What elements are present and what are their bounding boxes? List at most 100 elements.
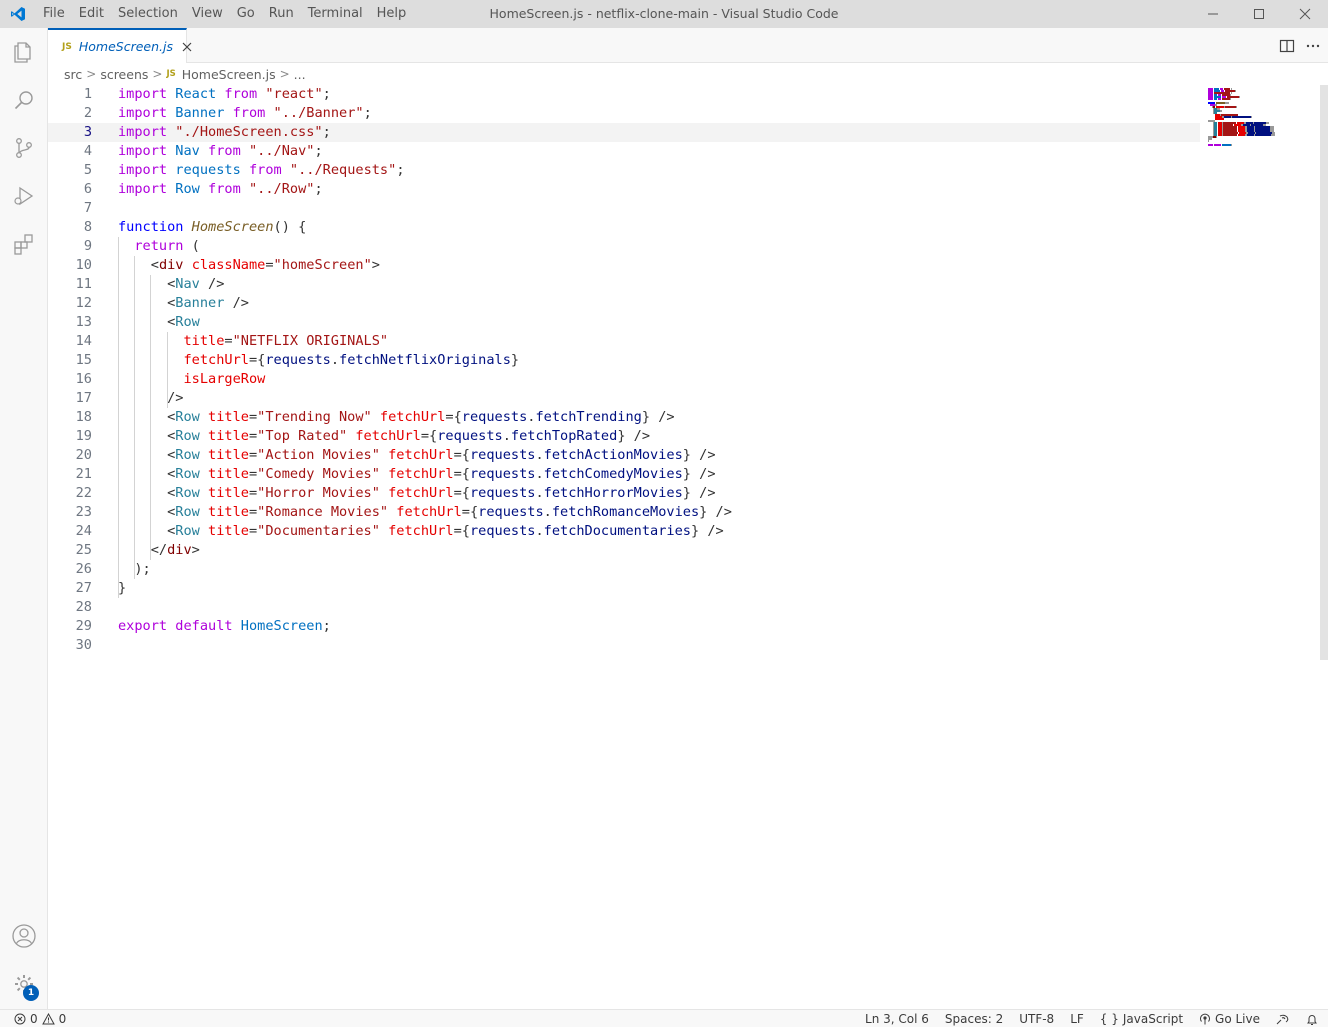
code-token: ; — [363, 105, 372, 121]
extensions-icon[interactable] — [0, 220, 48, 268]
menu-help[interactable]: Help — [370, 0, 414, 28]
menu-go[interactable]: Go — [230, 0, 262, 28]
cursor-position[interactable]: Ln 3, Col 6 — [865, 1012, 929, 1026]
notifications-button[interactable] — [1306, 1013, 1318, 1026]
code-line[interactable]: 22 <Row title="Horror Movies" fetchUrl={… — [48, 484, 1200, 503]
code-line[interactable]: 3 import "./HomeScreen.css"; — [48, 123, 1200, 142]
code-line[interactable]: 29 export default HomeScreen; — [48, 617, 1200, 636]
code-line[interactable]: 2 import Banner from "../Banner"; — [48, 104, 1200, 123]
feedback-button[interactable] — [1276, 1013, 1290, 1025]
code-token: ={ — [461, 504, 479, 520]
code-line[interactable]: 19 <Row title="Top Rated" fetchUrl={requ… — [48, 427, 1200, 446]
code-token: fetchHorrorMovies — [543, 485, 683, 501]
menu-selection[interactable]: Selection — [111, 0, 185, 28]
tab-close-button[interactable] — [182, 39, 192, 55]
code-token: requests — [175, 162, 241, 178]
breadcrumb-screens[interactable]: screens — [100, 67, 148, 82]
menu-run[interactable]: Run — [262, 0, 301, 28]
split-editor-button[interactable] — [1278, 37, 1296, 55]
code-token: . — [535, 466, 544, 482]
code-token: ={ — [248, 352, 266, 368]
code-editor[interactable]: 1 import React from "react"; 2 import Banne… — [48, 85, 1320, 1009]
code-line[interactable]: 17 /> — [48, 389, 1200, 408]
code-token: from — [208, 181, 241, 197]
code-token: "Trending Now" — [257, 409, 372, 425]
maximize-button[interactable] — [1236, 0, 1282, 28]
code-token: } /> — [682, 466, 716, 482]
code-line[interactable]: 11 <Nav /> — [48, 275, 1200, 294]
line-number: 2 — [83, 105, 92, 121]
code-line[interactable]: 6 import Row from "../Row"; — [48, 180, 1200, 199]
line-number: 26 — [75, 561, 92, 577]
code-line[interactable]: 26 ); — [48, 560, 1200, 579]
code-token: requests — [469, 447, 536, 463]
breadcrumb-file[interactable]: HomeScreen.js — [182, 67, 276, 82]
code-line[interactable]: 24 <Row title="Documentaries" fetchUrl={… — [48, 522, 1200, 541]
code-text: <Row title="Documentaries" fetchUrl={req… — [118, 522, 724, 541]
encoding[interactable]: UTF-8 — [1019, 1012, 1054, 1026]
end-of-line[interactable]: LF — [1070, 1012, 1084, 1026]
menu-terminal[interactable]: Terminal — [301, 0, 370, 28]
code-line[interactable]: 28 — [48, 598, 1200, 617]
code-token: "homeScreen" — [273, 257, 372, 273]
code-token: fetchUrl — [183, 352, 249, 368]
code-line[interactable]: 1 import React from "react"; — [48, 85, 1200, 104]
code-line[interactable]: 8 function HomeScreen() { — [48, 218, 1200, 237]
code-line[interactable]: 4 import Nav from "../Nav"; — [48, 142, 1200, 161]
code-line[interactable]: 21 <Row title="Comedy Movies" fetchUrl={… — [48, 465, 1200, 484]
code-line[interactable]: 25 </div> — [48, 541, 1200, 560]
code-line[interactable]: 5 import requests from "../Requests"; — [48, 161, 1200, 180]
code-line[interactable]: 30 — [48, 636, 1200, 655]
run-debug-icon[interactable] — [0, 172, 48, 220]
code-text: </div> — [118, 541, 200, 560]
minimap-token — [1237, 134, 1245, 136]
code-line[interactable]: 13 <Row — [48, 313, 1200, 332]
line-number: 22 — [75, 485, 92, 501]
minimap-token — [1224, 116, 1232, 118]
go-live-button[interactable]: Go Live — [1199, 1012, 1260, 1026]
code-line[interactable]: 20 <Row title="Action Movies" fetchUrl={… — [48, 446, 1200, 465]
breadcrumb-src[interactable]: src — [64, 67, 82, 82]
code-line[interactable]: 16 isLargeRow — [48, 370, 1200, 389]
code-line[interactable]: 9 return ( — [48, 237, 1200, 256]
language-mode[interactable]: { } JavaScript — [1100, 1012, 1183, 1026]
close-window-button[interactable] — [1282, 0, 1328, 28]
code-line[interactable]: 10 <div className="homeScreen"> — [48, 256, 1200, 275]
code-token: import — [118, 162, 168, 178]
editor-scrollbar[interactable] — [1320, 85, 1328, 660]
breadcrumb-symbols[interactable]: ... — [294, 67, 306, 82]
code-line[interactable]: 23 <Row title="Romance Movies" fetchUrl=… — [48, 503, 1200, 522]
code-line[interactable]: 15 fetchUrl={requests.fetchNetflixOrigin… — [48, 351, 1200, 370]
files-icon[interactable] — [0, 28, 48, 76]
minimize-button[interactable] — [1190, 0, 1236, 28]
tab-homescreen-js[interactable]: JS HomeScreen.js — [48, 28, 192, 63]
problems-indicator[interactable]: 0 0 — [0, 1012, 66, 1026]
code-line[interactable]: 12 <Banner /> — [48, 294, 1200, 313]
code-text: <Row — [118, 313, 200, 332]
menu-view[interactable]: View — [185, 0, 230, 28]
manage-gear-icon[interactable] — [0, 960, 48, 1008]
code-text: import "./HomeScreen.css"; — [118, 123, 331, 142]
account-icon[interactable] — [0, 912, 48, 960]
menu-edit[interactable]: Edit — [72, 0, 111, 28]
code-text: } — [118, 579, 126, 598]
vscode-logo-icon[interactable] — [0, 0, 36, 28]
menu-file[interactable]: File — [36, 0, 72, 28]
line-number: 9 — [83, 238, 92, 254]
line-number: 13 — [75, 314, 92, 330]
more-actions-button[interactable] — [1304, 37, 1322, 55]
code-line[interactable]: 14 title="NETFLIX ORIGINALS" — [48, 332, 1200, 351]
code-line[interactable]: 27} — [48, 579, 1200, 598]
indentation[interactable]: Spaces: 2 — [945, 1012, 1003, 1026]
search-icon[interactable] — [0, 76, 48, 124]
minimap-token — [1216, 102, 1226, 104]
source-control-icon[interactable] — [0, 124, 48, 172]
code-line[interactable]: 18 <Row title="Trending Now" fetchUrl={r… — [48, 408, 1200, 427]
code-line[interactable]: 7 — [48, 199, 1200, 218]
code-token: return — [134, 238, 184, 254]
minimap[interactable] — [1200, 85, 1320, 205]
